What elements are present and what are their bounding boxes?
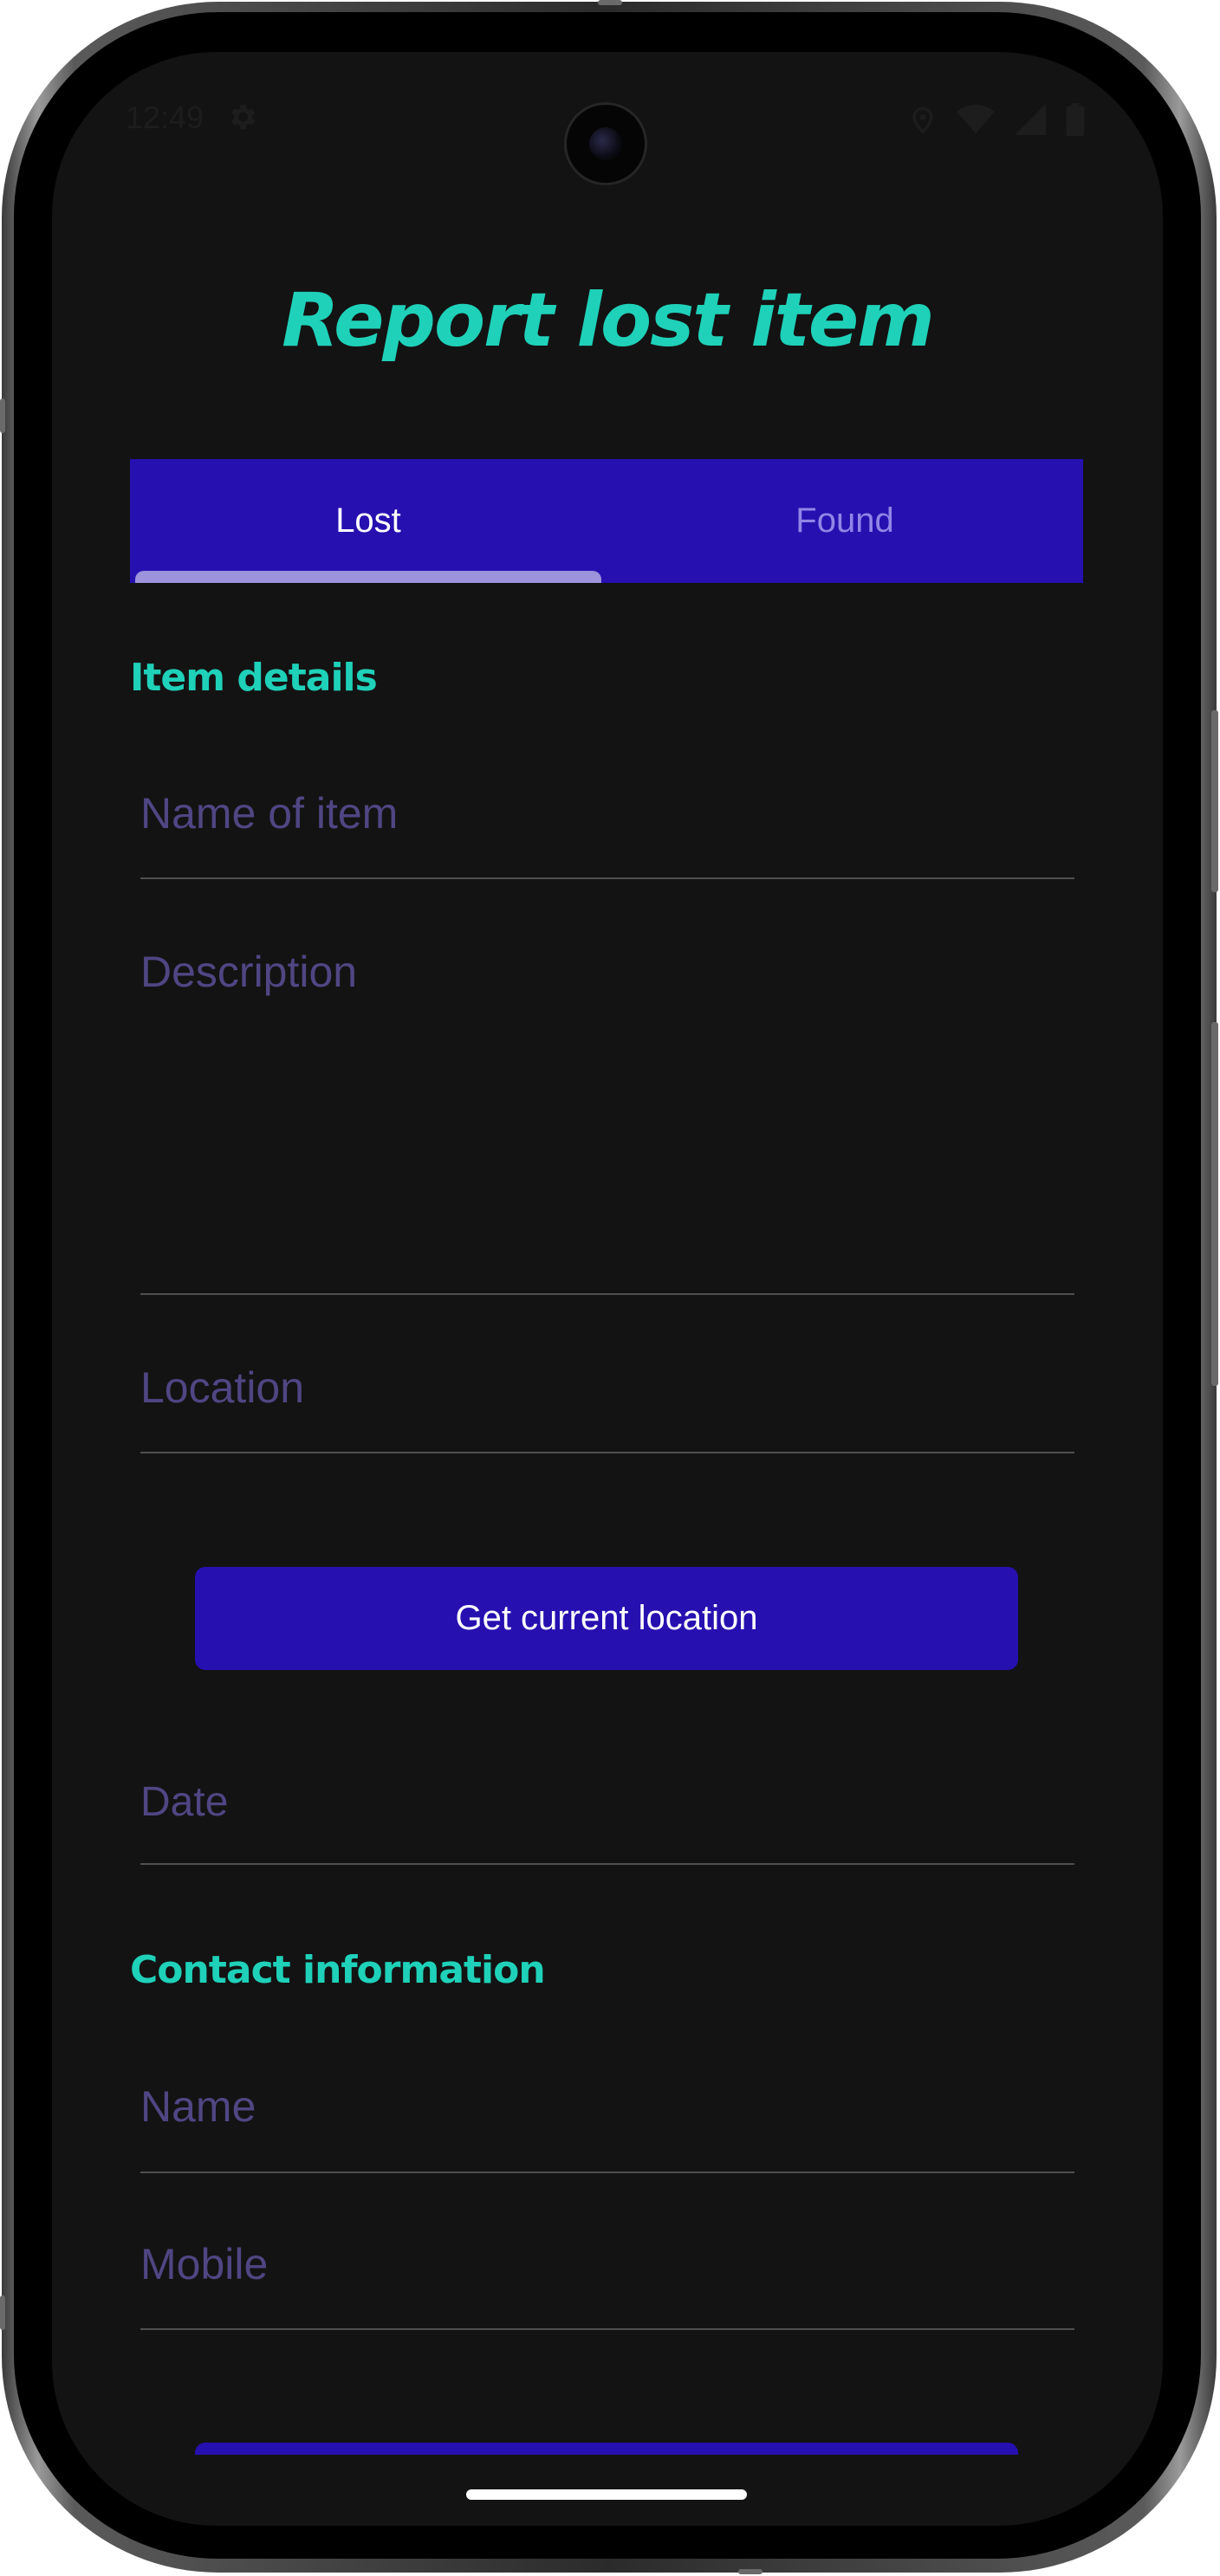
status-icons [908, 102, 1085, 137]
mobile-placeholder: Mobile [140, 2240, 269, 2288]
item-name-placeholder: Name of item [140, 789, 399, 838]
location-placeholder: Location [140, 1363, 305, 1412]
tab-lost-label: Lost [335, 502, 401, 540]
tab-lost[interactable]: Lost [130, 459, 607, 583]
tab-found[interactable]: Found [607, 459, 1083, 583]
power-button [1211, 1022, 1218, 1386]
status-bar: 12:49 [52, 52, 1163, 191]
submit-button-partial[interactable] [195, 2443, 1018, 2455]
date-placeholder: Date [140, 1779, 229, 1825]
get-current-location-label: Get current location [455, 1599, 758, 1637]
location-icon [912, 107, 933, 134]
item-name-field[interactable]: Name of item [140, 788, 1074, 879]
frame-notch-top [598, 0, 622, 5]
active-tab-indicator [135, 571, 601, 583]
item-details-heading: Item details [130, 656, 378, 700]
contact-name-field[interactable]: Name [140, 2081, 1074, 2173]
tab-found-label: Found [795, 502, 894, 540]
signal-icon [1015, 104, 1046, 135]
contact-information-heading: Contact information [130, 1948, 546, 1992]
battery-icon [1066, 103, 1085, 136]
contact-name-placeholder: Name [140, 2082, 256, 2131]
get-current-location-button[interactable]: Get current location [195, 1567, 1018, 1670]
front-camera [564, 102, 647, 185]
description-field[interactable]: Description [140, 947, 1074, 1295]
frame-notch-bottom [738, 2569, 762, 2574]
app-screen: 12:49 Report lost item Lost Found Item d… [52, 52, 1163, 2526]
status-time: 12:49 [126, 100, 204, 135]
location-field[interactable]: Location [140, 1362, 1074, 1453]
volume-up-button [1211, 710, 1218, 892]
description-placeholder: Description [140, 948, 358, 996]
wifi-icon [957, 104, 995, 134]
page-title: Report lost item [282, 277, 935, 364]
date-field[interactable]: Date [140, 1778, 1074, 1865]
lost-found-tabs: Lost Found [130, 459, 1083, 583]
home-indicator[interactable] [466, 2489, 747, 2500]
gear-icon [230, 104, 256, 130]
frame-notch-left-top [0, 398, 5, 433]
camera-lens [589, 127, 622, 160]
frame-notch-left-bottom [0, 2295, 5, 2330]
mobile-field[interactable]: Mobile [140, 2239, 1074, 2330]
